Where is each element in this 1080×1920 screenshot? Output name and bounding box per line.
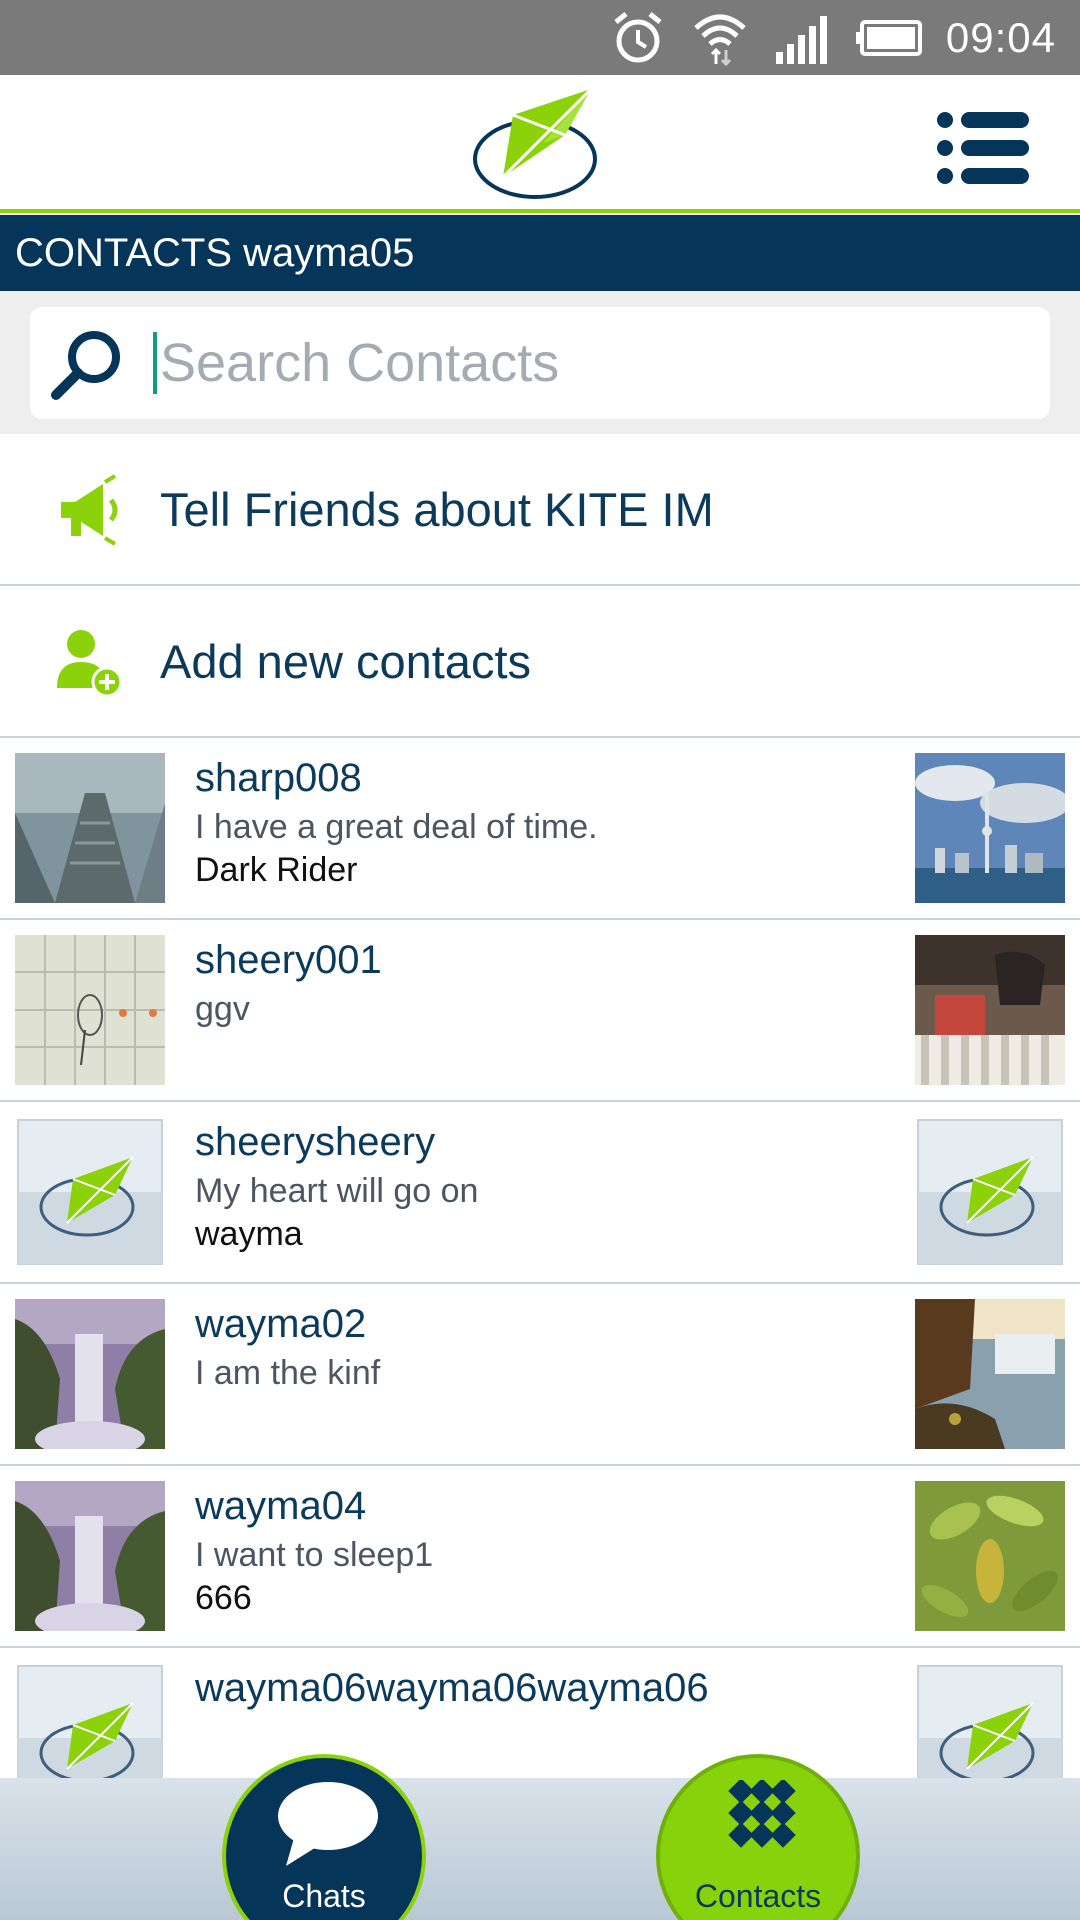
wifi-icon: [694, 14, 746, 66]
contact-avatar: [15, 753, 165, 903]
add-contacts-row[interactable]: Add new contacts: [0, 586, 1080, 738]
contact-status: My heart will go on: [195, 1172, 479, 1210]
contact-avatar: [15, 1117, 165, 1267]
contacts-label: Contacts: [694, 1878, 822, 1914]
contact-row[interactable]: sheery001 ggv: [0, 920, 1080, 1102]
contact-name: sheery001: [195, 938, 382, 982]
app-header: [0, 75, 1080, 213]
contact-photo: [915, 753, 1065, 903]
contact-photo: [915, 935, 1065, 1085]
chats-label: Chats: [282, 1878, 366, 1914]
contact-photo: [915, 1299, 1065, 1449]
contact-status: I want to sleep1: [195, 1536, 434, 1574]
contact-status: ggv: [195, 990, 250, 1028]
menu-button[interactable]: [935, 108, 1031, 188]
contact-name: sheerysheery: [195, 1120, 436, 1164]
tell-friends-row[interactable]: Tell Friends about KITE IM: [0, 434, 1080, 586]
search-input[interactable]: [160, 325, 1020, 401]
contact-avatar: [15, 1299, 165, 1449]
contact-row[interactable]: wayma04 I want to sleep1 666: [0, 1466, 1080, 1648]
search-area: [0, 291, 1080, 434]
add-contacts-label: Add new contacts: [160, 635, 531, 688]
tell-friends-label: Tell Friends about KITE IM: [160, 483, 714, 536]
megaphone-icon: [61, 474, 118, 546]
kite-logo: [473, 87, 597, 199]
alarm-icon: [614, 11, 662, 62]
page-title: CONTACTS wayma05: [15, 231, 415, 275]
contact-status: I have a great deal of time.: [195, 808, 598, 846]
battery-icon: [855, 19, 922, 56]
signal-icon: [775, 15, 827, 64]
add-user-icon: [57, 630, 123, 698]
contact-status: I am the kinf: [195, 1354, 381, 1392]
contact-photo: [915, 1481, 1065, 1631]
contact-row[interactable]: wayma02 I am the kinf: [0, 1284, 1080, 1466]
status-time: 09:04: [945, 13, 1056, 61]
text-cursor: [153, 332, 157, 394]
contact-nickname: 666: [195, 1579, 252, 1617]
contact-row[interactable]: sheerysheery My heart will go on wayma: [0, 1102, 1080, 1284]
contact-name: wayma06wayma06wayma06: [195, 1666, 709, 1710]
contact-nickname: wayma: [195, 1215, 303, 1253]
status-bar: 09:04: [0, 0, 1080, 75]
contact-avatar: [15, 1481, 165, 1631]
contact-row[interactable]: sharp008 I have a great deal of time. Da…: [0, 738, 1080, 920]
chat-bubble-icon: [278, 1782, 378, 1866]
contact-name: wayma04: [195, 1484, 367, 1528]
bottom-nav: [0, 1778, 1080, 1920]
contacts-grid-icon: [728, 1780, 796, 1848]
search-box[interactable]: [30, 307, 1050, 419]
contact-avatar: [15, 935, 165, 1085]
status-icons: 09:04: [608, 0, 1056, 75]
title-bar: CONTACTS wayma05: [0, 215, 1080, 291]
contact-name: wayma02: [195, 1302, 367, 1346]
search-icon: [51, 331, 120, 400]
contact-photo: [915, 1117, 1065, 1267]
contact-nickname: Dark Rider: [195, 851, 358, 889]
contact-name: sharp008: [195, 756, 362, 800]
